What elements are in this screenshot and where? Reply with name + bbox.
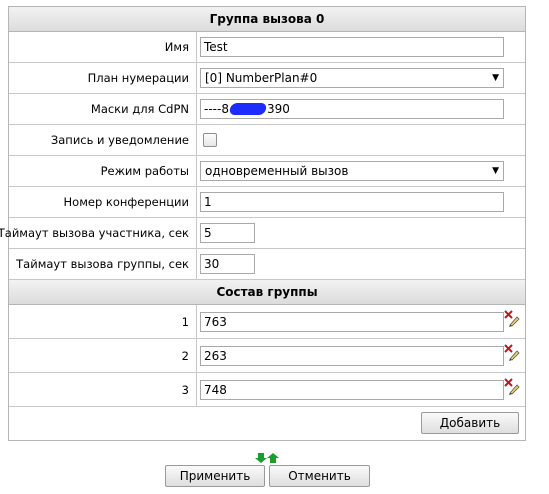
numbering-plan-label: План нумерации bbox=[9, 63, 197, 93]
member-row: 3 748 bbox=[9, 373, 525, 407]
member-index: 3 bbox=[9, 373, 197, 406]
member-row: 2 263 bbox=[9, 339, 525, 373]
conference-number-label: Номер конференции bbox=[9, 187, 197, 217]
mode-value: одновременный вызов bbox=[205, 164, 349, 178]
footer-actions: Применить Отменить bbox=[0, 448, 549, 494]
section-header-call-group: Группа вызова 0 bbox=[9, 7, 525, 32]
cdpn-masks-value-prefix: ----8 bbox=[204, 102, 229, 116]
numbering-plan-select[interactable]: [0] NumberPlan#0 ▼ bbox=[200, 68, 504, 88]
delete-icon[interactable] bbox=[504, 344, 520, 362]
call-group-panel: Группа вызова 0 Имя Test План нумерации … bbox=[0, 6, 526, 441]
cdpn-masks-value-suffix: 390 bbox=[266, 102, 290, 116]
group-timeout-input[interactable]: 30 bbox=[200, 254, 255, 274]
dropdown-arrow-icon: ▼ bbox=[492, 166, 499, 176]
row-name: Имя Test bbox=[9, 32, 525, 63]
cancel-button[interactable]: Отменить bbox=[269, 465, 370, 487]
section-header-members: Состав группы bbox=[9, 280, 525, 305]
cdpn-masks-input[interactable]: ----8 390 bbox=[200, 99, 504, 119]
row-member-timeout: Таймаут вызова участника, сек 5 bbox=[0, 218, 525, 249]
apply-button[interactable]: Применить bbox=[165, 465, 265, 487]
sort-arrows-icon bbox=[255, 453, 279, 463]
name-label: Имя bbox=[9, 32, 197, 62]
member-input[interactable]: 748 bbox=[200, 379, 504, 400]
numbering-plan-value: [0] NumberPlan#0 bbox=[205, 71, 318, 85]
add-button[interactable]: Добавить bbox=[421, 412, 519, 434]
record-notify-checkbox[interactable] bbox=[203, 133, 217, 147]
delete-icon[interactable] bbox=[504, 310, 520, 328]
name-input[interactable]: Test bbox=[200, 37, 504, 57]
conference-number-input[interactable]: 1 bbox=[200, 192, 504, 212]
group-timeout-label: Таймаут вызова группы, сек bbox=[9, 249, 197, 279]
delete-icon[interactable] bbox=[504, 378, 520, 396]
cdpn-masks-label: Маски для CdPN bbox=[9, 94, 197, 124]
member-timeout-label: Таймаут вызова участника, сек bbox=[0, 218, 197, 248]
mode-label: Режим работы bbox=[9, 156, 197, 186]
row-record-notify: Запись и уведомление bbox=[9, 125, 525, 156]
member-input[interactable]: 263 bbox=[200, 345, 504, 366]
redaction-blob bbox=[228, 103, 268, 115]
member-index: 1 bbox=[9, 305, 197, 338]
mode-select[interactable]: одновременный вызов ▼ bbox=[200, 161, 504, 181]
dropdown-arrow-icon: ▼ bbox=[492, 73, 499, 83]
member-timeout-input[interactable]: 5 bbox=[200, 223, 255, 243]
row-conference-number: Номер конференции 1 bbox=[9, 187, 525, 218]
member-index: 2 bbox=[9, 339, 197, 372]
row-mode: Режим работы одновременный вызов ▼ bbox=[9, 156, 525, 187]
member-row: 1 763 bbox=[9, 305, 525, 339]
row-numbering-plan: План нумерации [0] NumberPlan#0 ▼ bbox=[9, 63, 525, 94]
row-group-timeout: Таймаут вызова группы, сек 30 bbox=[9, 249, 525, 280]
member-input[interactable]: 763 bbox=[200, 311, 504, 332]
record-notify-label: Запись и уведомление bbox=[9, 125, 197, 155]
row-cdpn-masks: Маски для CdPN ----8 390 bbox=[9, 94, 525, 125]
add-row: Добавить bbox=[9, 407, 525, 440]
